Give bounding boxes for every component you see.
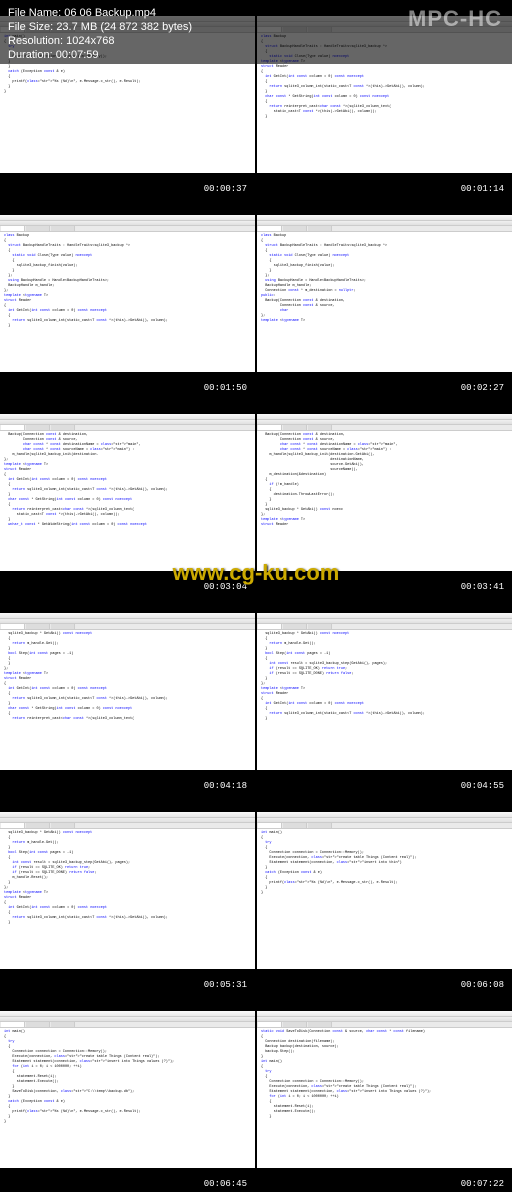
ide-tab — [1, 1022, 25, 1027]
thumbnail[interactable]: int main(){ try { Connection connection … — [257, 796, 512, 993]
thumbnail[interactable]: sqlite3_backup * GetAbi() const noexcept… — [0, 796, 255, 993]
ide-window: sqlite3_backup * GetAbi() const noexcept… — [0, 613, 255, 778]
duration-label: Duration: — [8, 49, 53, 61]
thumbnail-timestamp: 00:01:50 — [200, 382, 251, 394]
ide-tab — [1, 624, 25, 629]
code-line: } — [4, 921, 251, 926]
ide-tab — [1, 823, 25, 828]
code-line: return reinterpret_cast<char const *>(sq… — [4, 717, 251, 722]
ide-tab — [26, 226, 50, 231]
ide-window: Backup(Connection const & destination, C… — [0, 414, 255, 579]
video-info-overlay: File Name: 06 06 Backup.mp4 File Size: 2… — [0, 0, 512, 64]
code-line: } — [261, 115, 508, 120]
code-editor: sqlite3_backup * GetAbi() const noexcept… — [257, 630, 512, 773]
ide-tab — [308, 425, 332, 430]
ide-tab — [51, 226, 75, 231]
code-editor: int main(){ try { Connection connection … — [0, 1028, 255, 1171]
ide-tab — [258, 226, 282, 231]
ide-tab — [283, 226, 307, 231]
code-editor: class Backup{ struct BackupHandleTraits … — [257, 232, 512, 375]
code-line: template <typename T> — [261, 319, 508, 324]
player-brand: MPC-HC — [408, 6, 502, 32]
file-size-label: File Size: — [8, 21, 53, 33]
code-line: wchar_t const * GetWideString(int const … — [4, 523, 251, 528]
ide-tab — [283, 624, 307, 629]
code-editor: sqlite3_backup * GetAbi() const noexcept… — [0, 630, 255, 773]
thumbnail-timestamp: 00:06:08 — [457, 979, 508, 991]
resolution-line: Resolution: 1024x768 — [8, 34, 504, 48]
watermark-text: www.cg-ku.com — [173, 560, 340, 586]
ide-tab — [258, 425, 282, 430]
ide-tab — [51, 624, 75, 629]
ide-tab — [283, 823, 307, 828]
code-line: } — [261, 1115, 508, 1120]
ide-window: static void SaveToDisk(Connection const … — [257, 1011, 512, 1176]
ide-window: Backup(Connection const & destination, C… — [257, 414, 512, 579]
code-editor: sqlite3_backup * GetAbi() const noexcept… — [0, 829, 255, 972]
ide-tab — [258, 823, 282, 828]
thumbnail[interactable]: class Backup{ struct BackupHandleTraits … — [257, 199, 512, 396]
thumbnail-timestamp: 00:00:37 — [200, 183, 251, 195]
thumbnail[interactable]: sqlite3_backup * GetAbi() const noexcept… — [0, 597, 255, 794]
code-line: } — [261, 717, 508, 722]
ide-tab — [26, 1022, 50, 1027]
ide-window: class Backup{ struct BackupHandleTraits … — [257, 215, 512, 380]
thumbnail-timestamp: 00:04:55 — [457, 780, 508, 792]
ide-tab — [258, 1022, 282, 1027]
ide-tab — [26, 425, 50, 430]
ide-tab — [308, 226, 332, 231]
thumbnail-timestamp: 00:05:31 — [200, 979, 251, 991]
code-editor: class Backup{ struct BackupHandleTraits … — [0, 232, 255, 375]
thumbnail-timestamp: 00:04:18 — [200, 780, 251, 792]
duration-line: Duration: 00:07:59 — [8, 48, 504, 62]
ide-window: int main(){ try { Connection connection … — [257, 812, 512, 977]
ide-tab — [26, 823, 50, 828]
thumbnail[interactable]: sqlite3_backup * GetAbi() const noexcept… — [257, 597, 512, 794]
code-editor: Backup(Connection const & destination, C… — [257, 431, 512, 574]
ide-window: class Backup{ struct BackupHandleTraits … — [0, 215, 255, 380]
ide-tab — [258, 624, 282, 629]
thumbnail-timestamp: 00:02:27 — [457, 382, 508, 394]
file-size-value: 23.7 MB (24 872 382 bytes) — [56, 21, 192, 33]
code-editor: Backup(Connection const & destination, C… — [0, 431, 255, 574]
ide-tab — [308, 823, 332, 828]
resolution-label: Resolution: — [8, 35, 63, 47]
ide-tab — [51, 425, 75, 430]
ide-tab — [51, 1022, 75, 1027]
file-name-label: File Name: — [8, 7, 61, 19]
code-line: struct Reader — [261, 523, 508, 528]
code-line: } — [4, 1120, 251, 1125]
thumbnail-timestamp: 00:03:41 — [457, 581, 508, 593]
code-line: } — [4, 90, 251, 95]
code-editor: int main(){ try { Connection connection … — [257, 829, 512, 972]
thumbnail-grid: int main(){ try { Connection connection … — [0, 0, 512, 1192]
ide-window: sqlite3_backup * GetAbi() const noexcept… — [257, 613, 512, 778]
thumbnail-timestamp: 00:07:22 — [457, 1178, 508, 1190]
thumbnail[interactable]: static void SaveToDisk(Connection const … — [257, 995, 512, 1192]
ide-tab — [308, 1022, 332, 1027]
code-line: } — [261, 891, 508, 896]
thumbnail[interactable]: class Backup{ struct BackupHandleTraits … — [0, 199, 255, 396]
ide-tab — [283, 1022, 307, 1027]
code-line: } — [4, 324, 251, 329]
ide-window: sqlite3_backup * GetAbi() const noexcept… — [0, 812, 255, 977]
thumbnail[interactable]: int main(){ try { Connection connection … — [0, 995, 255, 1192]
ide-window: int main(){ try { Connection connection … — [0, 1011, 255, 1176]
file-name-value: 06 06 Backup.mp4 — [64, 7, 156, 19]
ide-tab — [308, 624, 332, 629]
thumbnail-timestamp: 00:01:14 — [457, 183, 508, 195]
ide-tab — [1, 425, 25, 430]
ide-tab — [26, 624, 50, 629]
ide-tab — [51, 823, 75, 828]
thumbnail-timestamp: 00:06:45 — [200, 1178, 251, 1190]
duration-value: 00:07:59 — [56, 49, 99, 61]
ide-tab — [1, 226, 25, 231]
resolution-value: 1024x768 — [66, 35, 114, 47]
code-editor: static void SaveToDisk(Connection const … — [257, 1028, 512, 1171]
ide-tab — [283, 425, 307, 430]
